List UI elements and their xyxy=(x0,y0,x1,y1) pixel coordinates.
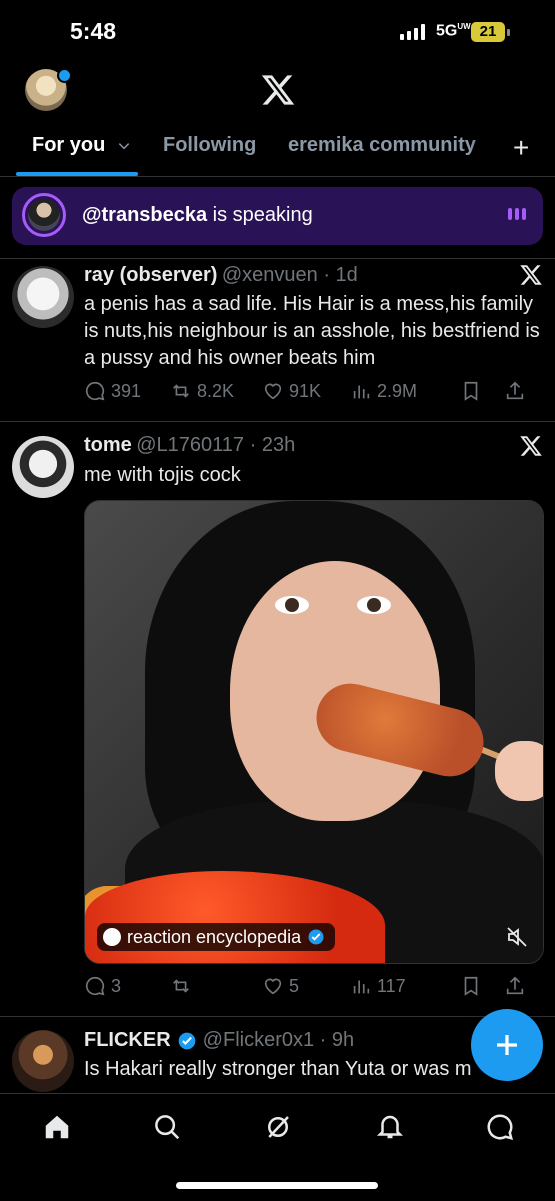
search-icon[interactable] xyxy=(152,1112,182,1142)
bookmark-icon xyxy=(464,976,478,996)
source-avatar-icon xyxy=(103,928,121,946)
bookmark-icon xyxy=(464,381,478,401)
space-status: @transbecka is speaking xyxy=(82,204,313,226)
network-indicator: 5GUW xyxy=(436,22,471,40)
author-name[interactable]: tome xyxy=(84,434,132,456)
author-handle: @Flicker0x1 · 9h xyxy=(202,1029,355,1051)
reply-icon xyxy=(85,976,105,996)
tweet-text: me with tojis cock xyxy=(84,464,241,486)
avatar[interactable] xyxy=(12,436,74,498)
heart-icon xyxy=(264,383,282,400)
tweet-header: tome @L1760117 · 23h xyxy=(84,434,295,457)
verified-badge-icon xyxy=(308,929,324,945)
x-logo-icon[interactable] xyxy=(260,72,296,108)
tweet-actions: 3 5 117 xyxy=(84,975,544,997)
like-button[interactable]: 5 xyxy=(262,975,350,997)
tweet-actions: 391 8.2K 91K 2.9M xyxy=(84,380,544,402)
repost-icon xyxy=(173,384,189,398)
tweet-text: a penis has a sad life. His Hair is a me… xyxy=(84,293,540,369)
notifications-icon[interactable] xyxy=(375,1112,405,1142)
grok-x-icon[interactable] xyxy=(519,263,543,287)
video-frame-hand xyxy=(495,741,543,801)
share-icon xyxy=(506,381,524,400)
avatar[interactable] xyxy=(12,266,74,328)
tweet-video[interactable]: reaction encyclopedia xyxy=(84,500,544,964)
video-frame-eye xyxy=(275,596,309,614)
plus-icon xyxy=(497,1035,517,1055)
share-icon xyxy=(506,976,524,995)
video-frame-eye xyxy=(357,596,391,614)
verified-badge-icon xyxy=(178,1032,196,1049)
views-button[interactable]: 2.9M xyxy=(350,380,460,402)
grok-icon[interactable] xyxy=(263,1112,293,1142)
author-name[interactable]: ray (observer) xyxy=(84,264,217,286)
author-handle: @xenvuen · 1d xyxy=(221,264,358,286)
reply-button[interactable]: 3 xyxy=(84,975,170,997)
messages-icon[interactable] xyxy=(485,1112,515,1142)
notification-dot xyxy=(57,68,72,83)
tweet-text: Is Hakari really stronger than Yuta or w… xyxy=(84,1058,472,1080)
tweet-header: ray (observer) @xenvuen · 1d xyxy=(84,264,358,287)
divider xyxy=(0,258,555,259)
media-source-name: reaction encyclopedia xyxy=(127,926,302,947)
heart-icon xyxy=(264,978,282,995)
battery-indicator: 21 xyxy=(471,22,510,42)
add-tab-button[interactable]: + xyxy=(513,132,529,164)
grok-x-icon[interactable] xyxy=(519,434,543,458)
tab-for-you[interactable]: For you xyxy=(32,134,131,157)
active-tab-indicator xyxy=(16,172,138,176)
reply-button[interactable]: 391 xyxy=(84,380,170,402)
share-button[interactable] xyxy=(504,975,526,997)
author-handle: @L1760117 · 23h xyxy=(136,434,296,456)
home-indicator xyxy=(176,1182,378,1189)
avatar[interactable] xyxy=(12,1030,74,1092)
divider xyxy=(0,421,555,422)
like-button[interactable]: 91K xyxy=(262,380,350,402)
chevron-down-icon xyxy=(118,142,130,150)
views-icon xyxy=(353,980,370,994)
repost-icon xyxy=(173,979,189,993)
views-icon xyxy=(353,385,370,399)
signal-icon xyxy=(400,24,425,40)
reply-icon xyxy=(85,381,105,401)
status-time: 5:48 xyxy=(70,18,117,44)
bookmark-button[interactable] xyxy=(460,380,504,402)
tweet-header: FLICKER @Flicker0x1 · 9h xyxy=(84,1029,354,1052)
share-button[interactable] xyxy=(504,380,526,402)
space-host-avatar xyxy=(22,193,66,237)
divider xyxy=(0,1016,555,1017)
bookmark-button[interactable] xyxy=(460,975,504,997)
home-icon[interactable] xyxy=(42,1112,72,1142)
tab-fade xyxy=(470,128,510,172)
compose-button[interactable] xyxy=(471,1009,543,1081)
tab-community[interactable]: eremika community xyxy=(288,134,476,157)
views-button[interactable]: 117 xyxy=(350,975,460,997)
mute-icon[interactable] xyxy=(505,925,529,949)
tab-following[interactable]: Following xyxy=(163,134,256,157)
author-name[interactable]: FLICKER xyxy=(84,1029,171,1052)
audio-bars-icon xyxy=(508,208,526,220)
repost-button[interactable]: 8.2K xyxy=(170,380,262,402)
repost-button[interactable] xyxy=(170,975,262,997)
media-source-badge[interactable]: reaction encyclopedia xyxy=(97,923,336,951)
